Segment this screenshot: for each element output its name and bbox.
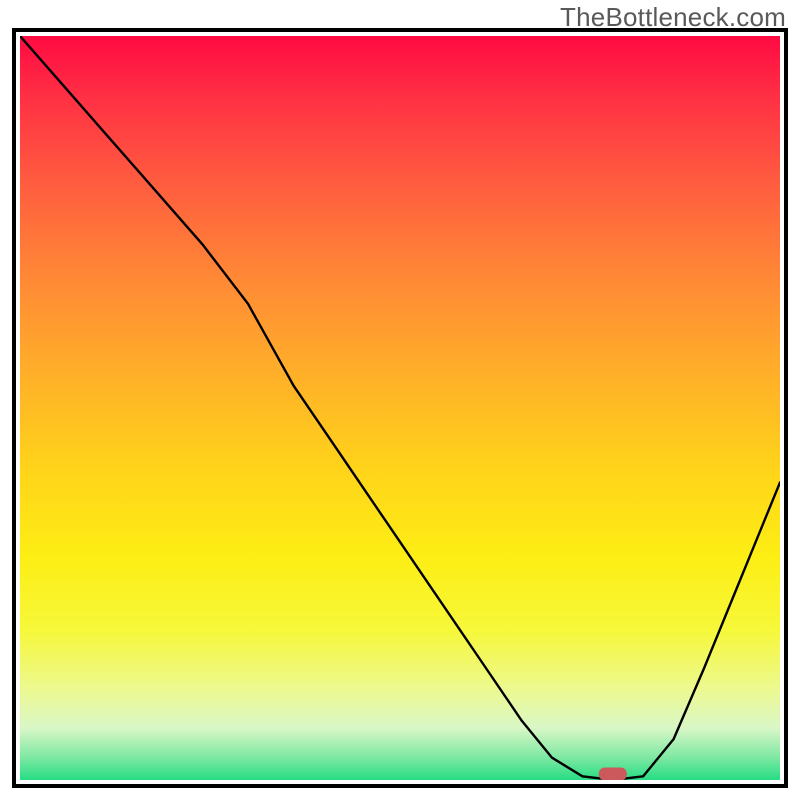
optimal-marker xyxy=(599,768,627,781)
chart-stage: TheBottleneck.com xyxy=(0,0,800,800)
bottleneck-curve xyxy=(20,36,780,780)
curve-svg xyxy=(20,36,780,780)
plot-frame xyxy=(12,28,788,788)
plot-area xyxy=(20,36,780,780)
